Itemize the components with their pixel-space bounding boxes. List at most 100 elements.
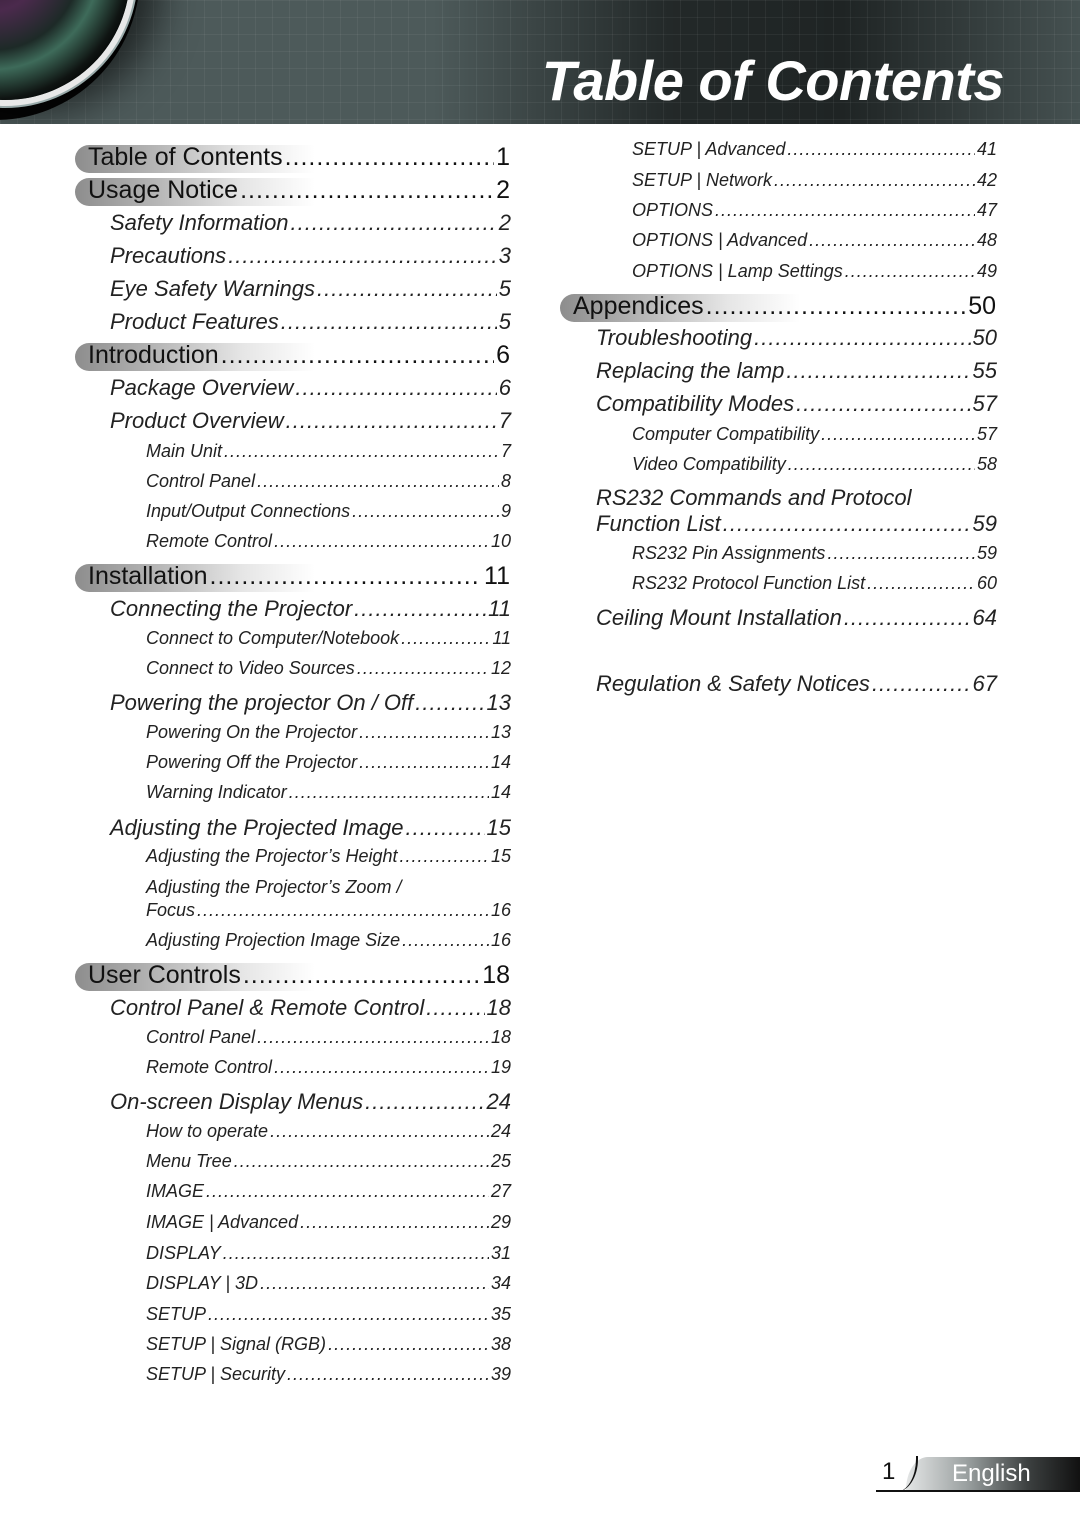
toc-subsection-control-panel-remote-control[interactable]: Control Panel & Remote Control 18 <box>110 995 511 1021</box>
toc-item-image[interactable]: IMAGE 27 <box>146 1181 511 1202</box>
dot-leader <box>821 424 975 445</box>
toc-subsection-powering-the-projector-on-off[interactable]: Powering the projector On / Off 13 <box>110 690 511 716</box>
toc-subsection-adjusting-the-projected-image[interactable]: Adjusting the Projected Image 15 <box>110 815 511 841</box>
toc-subsection-product-overview[interactable]: Product Overview 7 <box>110 408 511 434</box>
toc-page-number: 29 <box>490 1212 511 1232</box>
toc-item-options[interactable]: OPTIONS 47 <box>632 200 997 221</box>
toc-item-options-lamp-settings[interactable]: OPTIONS | Lamp Settings 49 <box>632 261 997 282</box>
page-title: Table of Contents <box>541 49 1005 112</box>
toc-item-powering-on-the-projector[interactable]: Powering On the Projector 13 <box>146 722 511 743</box>
toc-entry-label: OPTIONS | Lamp Settings <box>632 261 843 281</box>
toc-section-table-of-contents[interactable]: Table of Contents 1 <box>75 143 510 175</box>
toc-subsection-ceiling-mount-installation[interactable]: Ceiling Mount Installation 64 <box>596 605 997 631</box>
toc-page-number: 16 <box>490 930 511 950</box>
toc-section-installation[interactable]: Installation 11 <box>75 562 510 594</box>
toc-subsection-label-line1[interactable]: RS232 Commands and Protocol <box>596 485 912 511</box>
toc-page-number: 55 <box>972 358 997 383</box>
toc-entry-label: Remote Control <box>146 531 273 551</box>
toc-entry-label: SETUP | Security <box>146 1364 286 1384</box>
toc-page-number: 38 <box>490 1334 511 1354</box>
toc-entry-label: OPTIONS <box>632 200 714 220</box>
toc-item-adjusting-projection-image-size[interactable]: Adjusting Projection Image Size 16 <box>146 930 511 951</box>
toc-section-user-controls[interactable]: User Controls 18 <box>75 961 510 993</box>
toc-item-display[interactable]: DISPLAY 31 <box>146 1243 511 1264</box>
toc-item-video-compatibility[interactable]: Video Compatibility 58 <box>632 454 997 475</box>
toc-subsection-eye-safety-warnings[interactable]: Eye Safety Warnings 5 <box>110 276 511 302</box>
toc-page-number: 47 <box>976 200 997 220</box>
dot-leader <box>206 1181 489 1202</box>
dot-leader <box>287 1364 489 1385</box>
footer-page-number: 1 <box>882 1458 896 1485</box>
toc-page-number: 60 <box>976 573 997 593</box>
toc-item-setup-security[interactable]: SETUP | Security 39 <box>146 1364 511 1385</box>
toc-item-setup[interactable]: SETUP 35 <box>146 1304 511 1325</box>
toc-page-number: 7 <box>498 408 511 433</box>
footer-language-label: English <box>952 1460 1031 1487</box>
dot-leader <box>354 596 486 622</box>
toc-page-number: 48 <box>976 230 997 250</box>
dot-leader <box>715 200 975 221</box>
toc-item-options-advanced[interactable]: OPTIONS | Advanced 48 <box>632 230 997 251</box>
dot-leader <box>787 139 975 160</box>
toc-item-connect-to-computer-notebook[interactable]: Connect to Computer/Notebook 11 <box>146 628 511 649</box>
toc-item-powering-off-the-projector[interactable]: Powering Off the Projector 14 <box>146 752 511 773</box>
toc-item-setup-network[interactable]: SETUP | Network 42 <box>632 170 997 191</box>
dot-leader <box>845 261 975 282</box>
toc-item-computer-compatibility[interactable]: Computer Compatibility 57 <box>632 424 997 445</box>
toc-entry-label: Regulation & Safety Notices <box>596 671 870 696</box>
dot-leader <box>197 900 489 921</box>
dot-leader <box>706 292 967 321</box>
toc-subsection-function-list[interactable]: Function List 59 <box>596 511 997 537</box>
toc-subsection-troubleshooting[interactable]: Troubleshooting 50 <box>596 325 997 351</box>
toc-item-rs232-pin-assignments[interactable]: RS232 Pin Assignments 59 <box>632 543 997 564</box>
toc-subsection-precautions[interactable]: Precautions 3 <box>110 243 511 269</box>
toc-entry-label: On-screen Display Menus <box>110 1089 364 1114</box>
dot-leader <box>774 170 975 191</box>
dot-leader <box>399 846 488 867</box>
toc-item-connect-to-video-sources[interactable]: Connect to Video Sources 12 <box>146 658 511 679</box>
toc-subsection-regulation-safety-notices[interactable]: Regulation & Safety Notices 67 <box>596 671 997 697</box>
dot-leader <box>300 1212 489 1233</box>
toc-subsection-on-screen-display-menus[interactable]: On-screen Display Menus 24 <box>110 1089 511 1115</box>
dot-leader <box>754 325 970 351</box>
toc-item-control-panel[interactable]: Control Panel 18 <box>146 1027 511 1048</box>
toc-item-control-panel[interactable]: Control Panel 8 <box>146 471 511 492</box>
toc-subsection-safety-information[interactable]: Safety Information 2 <box>110 210 511 236</box>
toc-page-number: 14 <box>490 782 511 802</box>
toc-page-number: 24 <box>486 1089 511 1114</box>
toc-page-number: 18 <box>486 995 511 1020</box>
toc-page-number: 31 <box>490 1243 511 1263</box>
toc-item-how-to-operate[interactable]: How to operate 24 <box>146 1121 511 1142</box>
toc-entry-label: How to operate <box>146 1121 269 1141</box>
toc-entry-label: Table of Contents <box>88 143 283 171</box>
toc-page-number: 59 <box>976 543 997 563</box>
toc-item-focus[interactable]: Focus 16 <box>146 900 511 921</box>
toc-item-input-output-connections[interactable]: Input/Output Connections 9 <box>146 501 511 522</box>
toc-entry-label: Warning Indicator <box>146 782 287 802</box>
toc-item-display-3d[interactable]: DISPLAY | 3D 34 <box>146 1273 511 1294</box>
toc-item-menu-tree[interactable]: Menu Tree 25 <box>146 1151 511 1172</box>
toc-item-label-line1[interactable]: Adjusting the Projector’s Zoom / <box>146 877 401 898</box>
toc-page-number: 13 <box>490 722 511 742</box>
toc-subsection-product-features[interactable]: Product Features 5 <box>110 309 511 335</box>
toc-item-rs232-protocol-function-list[interactable]: RS232 Protocol Function List 60 <box>632 573 997 594</box>
toc-item-remote-control[interactable]: Remote Control 10 <box>146 531 511 552</box>
dot-leader <box>223 1243 489 1264</box>
toc-item-warning-indicator[interactable]: Warning Indicator 14 <box>146 782 511 803</box>
toc-item-setup-advanced[interactable]: SETUP | Advanced 41 <box>632 139 997 160</box>
dot-leader <box>285 143 495 172</box>
toc-entry-label: Usage Notice <box>88 176 239 204</box>
toc-subsection-package-overview[interactable]: Package Overview 6 <box>110 375 511 401</box>
toc-item-remote-control[interactable]: Remote Control 19 <box>146 1057 511 1078</box>
dot-leader <box>260 1273 489 1294</box>
toc-item-setup-signal-rgb[interactable]: SETUP | Signal (RGB) 38 <box>146 1334 511 1355</box>
toc-subsection-replacing-the-lamp[interactable]: Replacing the lamp 55 <box>596 358 997 384</box>
toc-subsection-connecting-the-projector[interactable]: Connecting the Projector 11 <box>110 596 511 622</box>
toc-section-appendices[interactable]: Appendices 50 <box>560 292 996 324</box>
toc-section-introduction[interactable]: Introduction 6 <box>75 341 510 373</box>
toc-subsection-compatibility-modes[interactable]: Compatibility Modes 57 <box>596 391 997 417</box>
toc-item-image-advanced[interactable]: IMAGE | Advanced 29 <box>146 1212 511 1233</box>
toc-item-adjusting-the-projector-s-height[interactable]: Adjusting the Projector’s Height 15 <box>146 846 511 867</box>
toc-section-usage-notice[interactable]: Usage Notice 2 <box>75 176 510 208</box>
toc-item-main-unit[interactable]: Main Unit 7 <box>146 441 511 462</box>
